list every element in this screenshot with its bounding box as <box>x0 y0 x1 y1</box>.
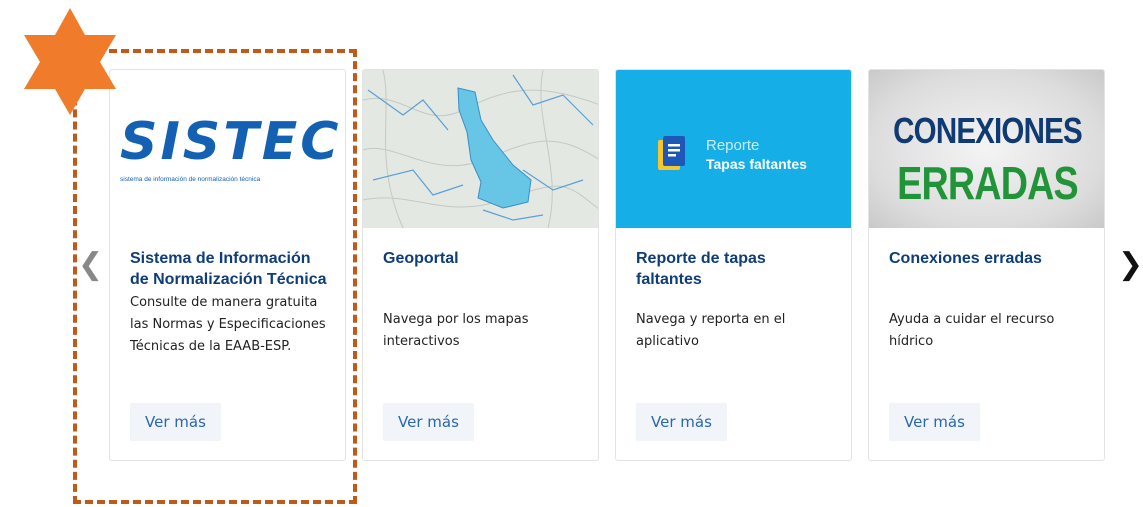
highlight-dashed-frame <box>73 49 357 504</box>
card-title: Reporte de tapas faltantes <box>636 250 766 288</box>
card-title: Geoportal <box>383 250 459 267</box>
ver-mas-button[interactable]: Ver más <box>383 403 474 441</box>
banner-line-1: CONEXIONES <box>893 110 1082 151</box>
ver-mas-button[interactable]: Ver más <box>636 403 727 441</box>
card-description: Navega por los mapas interactivos <box>383 312 529 349</box>
card-geoportal[interactable]: Geoportal Navega por los mapas interacti… <box>362 69 599 461</box>
card-conexiones-erradas[interactable]: CONEXIONES ERRADAS Conexiones erradas Ay… <box>868 69 1105 461</box>
banner-line-1: Reporte <box>706 137 760 154</box>
banner-line-2: Tapas faltantes <box>706 156 807 172</box>
card-description: Navega y reporta en el aplicativo <box>636 312 786 349</box>
ver-mas-button[interactable]: Ver más <box>889 403 980 441</box>
banner-line-2: ERRADAS <box>897 157 1079 209</box>
carousel-next-button[interactable]: ❯ <box>1118 250 1143 280</box>
conexiones-banner-image: CONEXIONES ERRADAS <box>869 70 1104 228</box>
document-icon <box>658 136 685 170</box>
reporte-banner-image: Reporte Tapas faltantes <box>616 70 851 228</box>
geoportal-map-image <box>363 70 598 228</box>
card-title: Conexiones erradas <box>889 250 1042 267</box>
star-icon <box>24 8 116 115</box>
card-reporte-tapas[interactable]: Reporte Tapas faltantes Reporte de tapas… <box>615 69 852 461</box>
card-description: Ayuda a cuidar el recurso hídrico <box>889 312 1055 349</box>
chevron-right-icon: ❯ <box>1118 247 1143 282</box>
